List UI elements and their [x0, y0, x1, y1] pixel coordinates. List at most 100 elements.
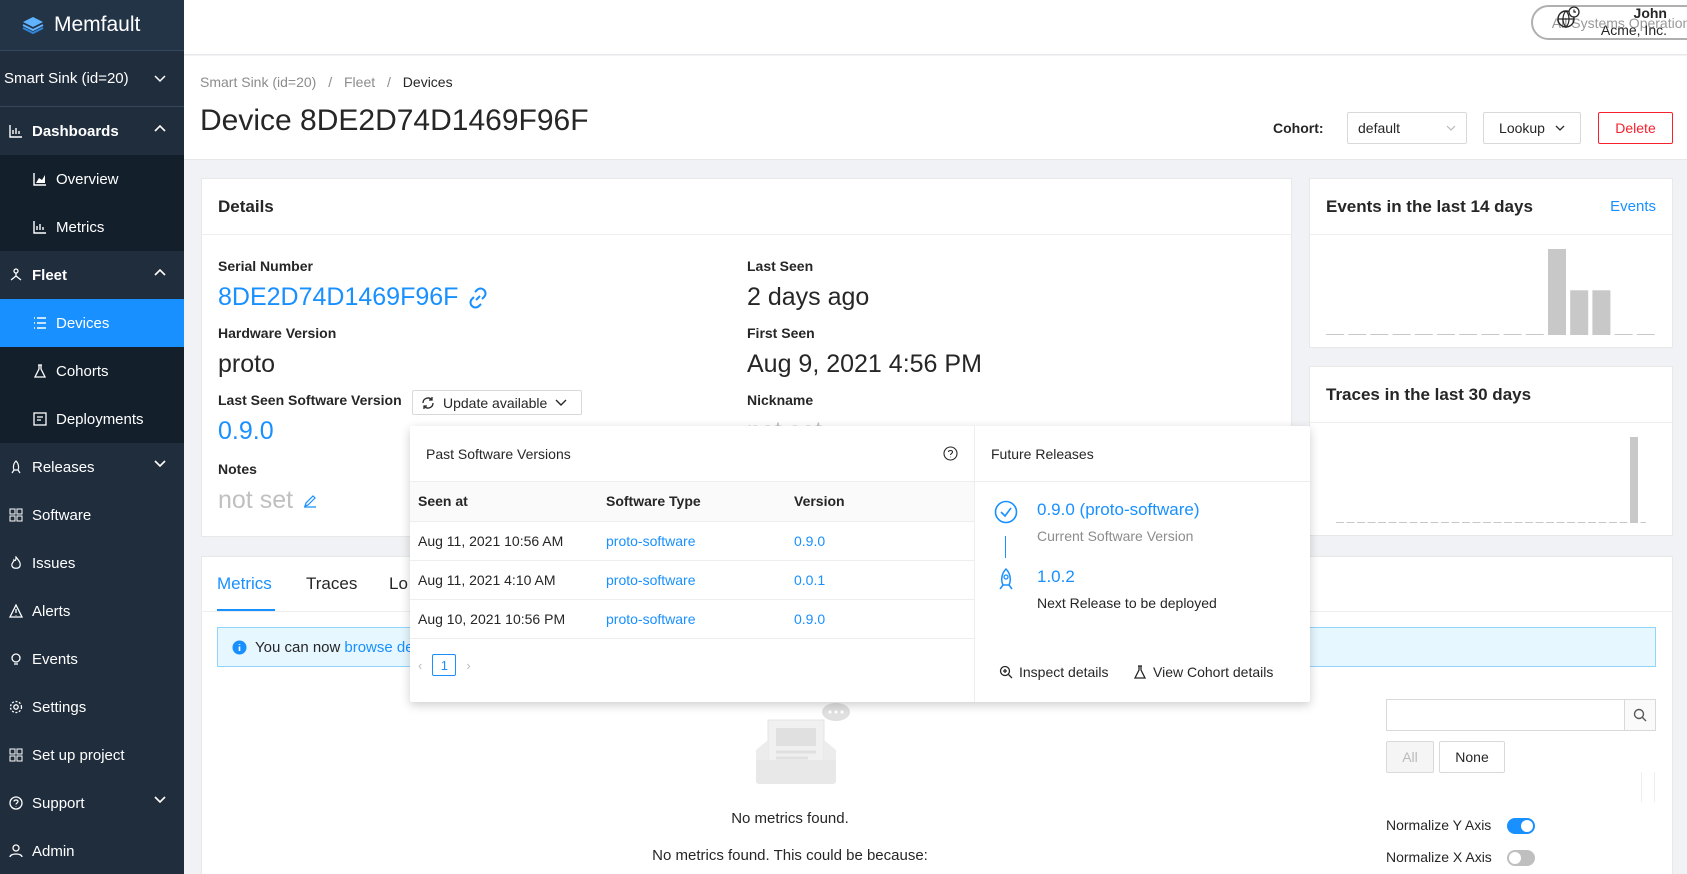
sidebar-item-label: Metrics — [56, 218, 105, 236]
sidebar-item-releases[interactable]: Releases — [0, 443, 184, 491]
user-menu[interactable]: John Acme, Inc. — [1601, 5, 1667, 39]
first-seen-label: First Seen — [747, 325, 815, 341]
sidebar-item-admin[interactable]: Admin — [0, 827, 184, 874]
view-cohort-details-button[interactable]: View Cohort details — [1133, 664, 1273, 680]
traces-card: Traces in the last 30 days — [1309, 366, 1673, 536]
sidebar-item-fleet[interactable]: Fleet — [0, 251, 184, 299]
version-link[interactable]: 0.0.1 — [794, 572, 825, 588]
sparkline-bar — [1636, 334, 1655, 335]
project-selector[interactable]: Smart Sink (id=20) — [0, 51, 184, 107]
update-available-button[interactable]: Update available — [412, 390, 582, 415]
sidebar-item-settings[interactable]: Settings — [0, 683, 184, 731]
version-link[interactable]: 0.9.0 — [794, 611, 825, 627]
breadcrumb-project[interactable]: Smart Sink (id=20) — [200, 74, 316, 90]
sidebar-item-overview[interactable]: Overview — [0, 155, 184, 203]
sparkline-bar — [1346, 522, 1355, 523]
tab-metrics[interactable]: Metrics — [217, 574, 272, 594]
app-logo[interactable]: Memfault — [0, 0, 184, 51]
sidebar-item-support[interactable]: Support — [0, 779, 184, 827]
sparkline-bar — [1326, 334, 1344, 335]
sparkline-bar — [1598, 522, 1607, 523]
sparkline-bar — [1525, 334, 1544, 335]
events-link[interactable]: Events — [1610, 198, 1656, 215]
info-banner-link[interactable]: browse de — [344, 639, 413, 656]
filter-all-button[interactable]: All — [1386, 741, 1434, 773]
sparkline-bar — [1459, 334, 1478, 335]
first-seen-value: Aug 9, 2021 4:56 PM — [747, 350, 982, 378]
sidebar-item-label: Overview — [56, 170, 119, 188]
chevron-down-icon — [1555, 125, 1565, 131]
tab-active-indicator — [217, 609, 275, 611]
inspect-details-button[interactable]: Inspect details — [999, 664, 1109, 680]
sidebar-item-label: Fleet — [32, 266, 68, 284]
sidebar-item-software[interactable]: Software — [0, 491, 184, 539]
lookup-button[interactable]: Lookup — [1483, 112, 1581, 144]
cohort-select-value: default — [1358, 120, 1401, 136]
pagination-prev-icon[interactable]: ‹ — [418, 658, 422, 673]
next-release-link[interactable]: 1.0.2 — [1037, 567, 1075, 586]
globe-clock-icon[interactable] — [1556, 6, 1580, 30]
notes-text: not set — [218, 486, 294, 514]
normalize-x-toggle[interactable] — [1507, 850, 1535, 866]
sidebar-item-setup-project[interactable]: Set up project — [0, 731, 184, 779]
filter-all-label: All — [1402, 749, 1418, 765]
breadcrumb-separator: / — [328, 74, 333, 90]
link-icon — [469, 287, 487, 308]
sidebar-item-issues[interactable]: Issues — [0, 539, 184, 587]
delete-button[interactable]: Delete — [1598, 112, 1673, 144]
sparkline-bar — [1414, 334, 1433, 335]
sparkline-bar — [1504, 522, 1512, 523]
rocket-icon — [999, 567, 1013, 590]
cluster-icon — [8, 267, 24, 283]
pagination-page[interactable]: 1 — [432, 654, 457, 676]
tab-traces[interactable]: Traces — [306, 574, 357, 594]
filter-none-button[interactable]: None — [1439, 741, 1505, 773]
user-icon — [8, 843, 24, 859]
flask-icon — [32, 363, 48, 379]
hardware-version-value: proto — [218, 350, 275, 378]
user-org: Acme, Inc. — [1600, 22, 1667, 38]
sidebar-item-devices[interactable]: Devices — [0, 299, 184, 347]
sidebar-item-alerts[interactable]: Alerts — [0, 587, 184, 635]
sparkline-bar — [1609, 522, 1617, 523]
traces-sparkline — [1336, 437, 1646, 523]
question-circle-icon[interactable] — [943, 446, 958, 461]
sparkline-bar — [1588, 522, 1596, 523]
pagination-next-icon[interactable]: › — [466, 658, 470, 673]
tab-logs[interactable]: Lo — [389, 574, 408, 594]
cohort-select[interactable]: default — [1347, 112, 1467, 144]
software-type-link[interactable]: proto-software — [606, 611, 695, 627]
software-type-link[interactable]: proto-software — [606, 572, 695, 588]
normalize-y-toggle[interactable] — [1507, 818, 1535, 834]
sparkline-bar — [1592, 290, 1611, 335]
sparkline-bar — [1619, 522, 1628, 523]
edit-icon[interactable] — [303, 494, 317, 508]
metrics-search-button[interactable] — [1624, 699, 1656, 731]
sidebar-item-label: Admin — [32, 842, 75, 860]
current-release-link[interactable]: 0.9.0 (proto-software) — [1037, 500, 1200, 519]
sparkline-bar — [1535, 522, 1544, 523]
sidebar-item-events[interactable]: Events — [0, 635, 184, 683]
software-version-value[interactable]: 0.9.0 — [218, 417, 274, 446]
sparkline-bar — [1577, 522, 1586, 523]
scrollbar[interactable] — [1641, 772, 1655, 802]
sidebar-item-cohorts[interactable]: Cohorts — [0, 347, 184, 395]
breadcrumb-fleet[interactable]: Fleet — [344, 74, 375, 90]
serial-number-value[interactable]: 8DE2D74D1469F96F — [218, 283, 490, 312]
breadcrumb: Smart Sink (id=20) / Fleet / Devices — [200, 74, 453, 90]
past-versions-title: Past Software Versions — [426, 445, 571, 462]
serial-number-label: Serial Number — [218, 258, 313, 274]
sidebar-item-label: Software — [32, 506, 92, 524]
cohort-label: Cohort: — [1273, 120, 1324, 136]
sidebar-item-metrics[interactable]: Metrics — [0, 203, 184, 251]
sparkline-bar — [1567, 522, 1575, 523]
sidebar-item-deployments[interactable]: Deployments — [0, 395, 184, 443]
version-link[interactable]: 0.9.0 — [794, 533, 825, 549]
next-release-caption: Next Release to be deployed — [1037, 595, 1217, 611]
past-versions-header: Past Software Versions — [410, 426, 974, 482]
software-type-link[interactable]: proto-software — [606, 533, 695, 549]
sidebar-item-dashboards[interactable]: Dashboards — [0, 107, 184, 155]
pagination: ‹ 1 › — [418, 654, 471, 676]
metrics-search-input[interactable] — [1386, 699, 1625, 731]
seen-at-cell: Aug 10, 2021 10:56 PM — [410, 599, 598, 639]
